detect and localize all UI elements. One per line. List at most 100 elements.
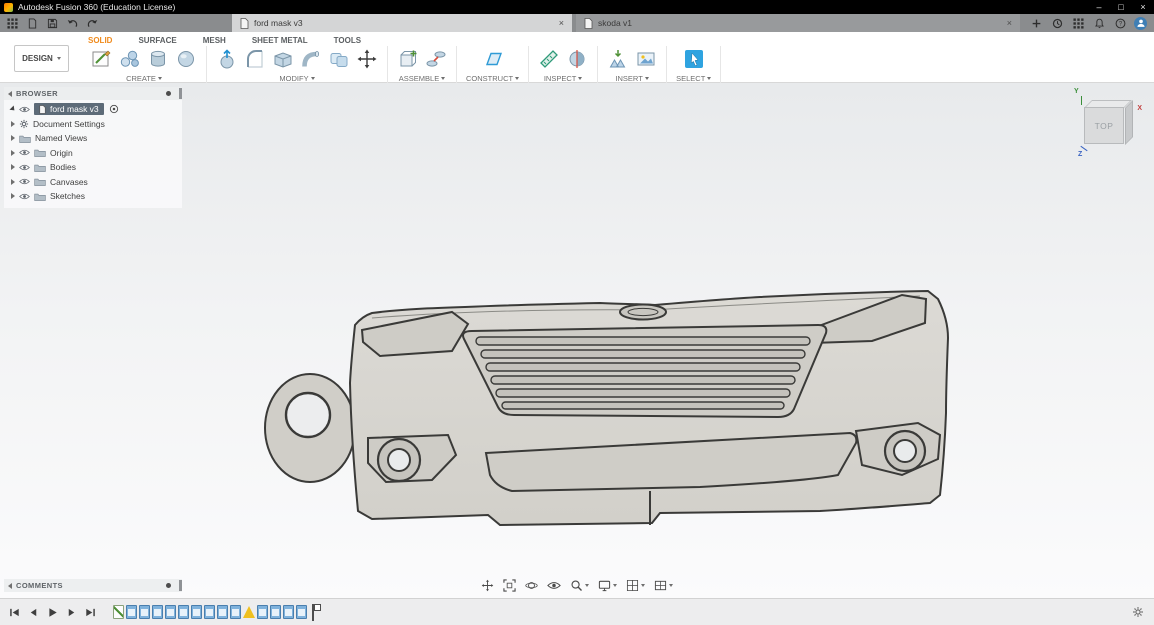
move-copy-icon[interactable] — [356, 48, 378, 70]
browser-item-named-views[interactable]: Named Views — [4, 131, 182, 146]
file-menu-icon[interactable] — [23, 16, 41, 31]
view-cube-front-face[interactable]: TOP — [1084, 107, 1124, 144]
expand-arrow-icon[interactable] — [9, 106, 16, 113]
modify-dropdown[interactable]: MODIFY — [279, 74, 314, 83]
visibility-eye-icon[interactable] — [19, 149, 30, 156]
timeline-feature-canvas[interactable] — [270, 605, 281, 619]
extensions-icon[interactable] — [1071, 16, 1085, 30]
view-cube-right-face[interactable] — [1125, 100, 1133, 145]
pan-icon[interactable] — [481, 579, 494, 592]
fillet-icon[interactable] — [244, 48, 266, 70]
timeline-feature-canvas[interactable] — [152, 605, 163, 619]
close-button[interactable]: × — [1132, 0, 1154, 14]
minimize-button[interactable]: – — [1088, 0, 1110, 14]
timeline-marker[interactable] — [312, 604, 314, 621]
timeline-feature-canvas[interactable] — [204, 605, 215, 619]
timeline-feature-canvas[interactable] — [283, 605, 294, 619]
step-forward-icon[interactable] — [65, 606, 78, 619]
expand-arrow-icon[interactable] — [11, 135, 15, 141]
look-at-icon[interactable] — [547, 581, 561, 590]
activate-component-icon[interactable] — [109, 104, 119, 114]
job-status-icon[interactable] — [1050, 16, 1064, 30]
browser-root-row[interactable]: ford mask v3 — [4, 102, 182, 117]
save-icon[interactable] — [43, 16, 61, 31]
tab-close-icon[interactable]: × — [1007, 18, 1012, 28]
orbit-icon[interactable] — [525, 579, 538, 592]
assemble-dropdown[interactable]: ASSEMBLE — [399, 74, 445, 83]
redo-icon[interactable] — [83, 16, 101, 31]
visibility-eye-icon[interactable] — [19, 178, 30, 185]
profile-avatar[interactable] — [1134, 17, 1147, 30]
visibility-eye-icon[interactable] — [19, 164, 30, 171]
browser-item-origin[interactable]: Origin — [4, 146, 182, 161]
press-pull-icon[interactable] — [216, 48, 238, 70]
timeline-feature-canvas[interactable] — [257, 605, 268, 619]
notifications-bell-icon[interactable] — [1092, 16, 1106, 30]
insert-dropdown[interactable]: INSERT — [615, 74, 648, 83]
document-tab-inactive[interactable]: skoda v1 × — [576, 14, 1020, 32]
timeline-feature-canvas[interactable] — [217, 605, 228, 619]
timeline-feature-canvas[interactable] — [296, 605, 307, 619]
step-back-icon[interactable] — [27, 606, 40, 619]
browser-header[interactable]: BROWSER — [4, 87, 182, 100]
browser-root-item[interactable]: ford mask v3 — [34, 103, 104, 115]
visibility-eye-icon[interactable] — [19, 193, 30, 200]
expand-arrow-icon[interactable] — [11, 164, 15, 170]
construct-dropdown[interactable]: CONSTRUCT — [466, 74, 519, 83]
timeline-settings-gear-icon[interactable] — [1132, 606, 1144, 618]
expand-arrow-icon[interactable] — [11, 121, 15, 127]
timeline-feature-canvas[interactable] — [139, 605, 150, 619]
select-icon[interactable] — [683, 48, 705, 70]
expand-arrow-icon[interactable] — [11, 150, 15, 156]
joint-icon[interactable] — [425, 48, 447, 70]
timeline-feature-canvas[interactable] — [178, 605, 189, 619]
create-dropdown[interactable]: CREATE — [126, 74, 162, 83]
timeline-feature-canvas[interactable] — [126, 605, 137, 619]
panel-scrollbar[interactable] — [179, 580, 182, 591]
new-component-icon[interactable] — [397, 48, 419, 70]
view-cube[interactable]: TOP X Y Z — [1074, 91, 1140, 153]
grid-settings-icon[interactable] — [626, 579, 645, 592]
measure-icon[interactable] — [538, 48, 560, 70]
browser-item-sketches[interactable]: Sketches — [4, 189, 182, 204]
skip-to-start-icon[interactable] — [8, 606, 21, 619]
tab-mesh[interactable]: MESH — [203, 36, 226, 45]
document-tab-active[interactable]: ford mask v3 × — [232, 14, 572, 32]
select-dropdown[interactable]: SELECT — [676, 74, 711, 83]
model-ford-mask[interactable] — [248, 281, 958, 541]
panel-options-icon[interactable] — [166, 583, 171, 588]
tab-tools[interactable]: TOOLS — [334, 36, 361, 45]
expand-arrow-icon[interactable] — [11, 179, 15, 185]
tab-close-icon[interactable]: × — [559, 18, 564, 28]
insert-mesh-icon[interactable] — [607, 48, 629, 70]
play-icon[interactable] — [46, 606, 59, 619]
panel-scrollbar[interactable] — [179, 88, 182, 99]
expand-arrow-icon[interactable] — [11, 193, 15, 199]
display-settings-icon[interactable] — [598, 579, 617, 592]
comments-header[interactable]: COMMENTS — [4, 579, 182, 592]
timeline-feature-canvas[interactable] — [165, 605, 176, 619]
browser-item-bodies[interactable]: Bodies — [4, 160, 182, 175]
timeline-feature-canvas[interactable] — [191, 605, 202, 619]
combine-icon[interactable] — [328, 48, 350, 70]
sphere-icon[interactable] — [175, 48, 197, 70]
create-form-icon[interactable] — [119, 48, 141, 70]
visibility-eye-icon[interactable] — [19, 106, 30, 113]
sweep-icon[interactable] — [300, 48, 322, 70]
app-grid-icon[interactable] — [3, 16, 21, 31]
maximize-button[interactable]: □ — [1110, 0, 1132, 14]
browser-item-document-settings[interactable]: Document Settings — [4, 117, 182, 132]
panel-options-icon[interactable] — [166, 91, 171, 96]
collapse-panel-icon[interactable] — [8, 583, 12, 589]
undo-icon[interactable] — [63, 16, 81, 31]
workspace-selector[interactable]: DESIGN — [14, 45, 69, 72]
fit-icon[interactable] — [503, 579, 516, 592]
decal-icon[interactable] — [635, 48, 657, 70]
tab-sheet-metal[interactable]: SHEET METAL — [252, 36, 308, 45]
timeline-feature-sketch[interactable] — [113, 605, 124, 619]
extrude-icon[interactable] — [147, 48, 169, 70]
shell-icon[interactable] — [272, 48, 294, 70]
zoom-icon[interactable] — [570, 579, 589, 592]
timeline-feature-warning-icon[interactable] — [243, 606, 255, 618]
tab-surface[interactable]: SURFACE — [138, 36, 176, 45]
